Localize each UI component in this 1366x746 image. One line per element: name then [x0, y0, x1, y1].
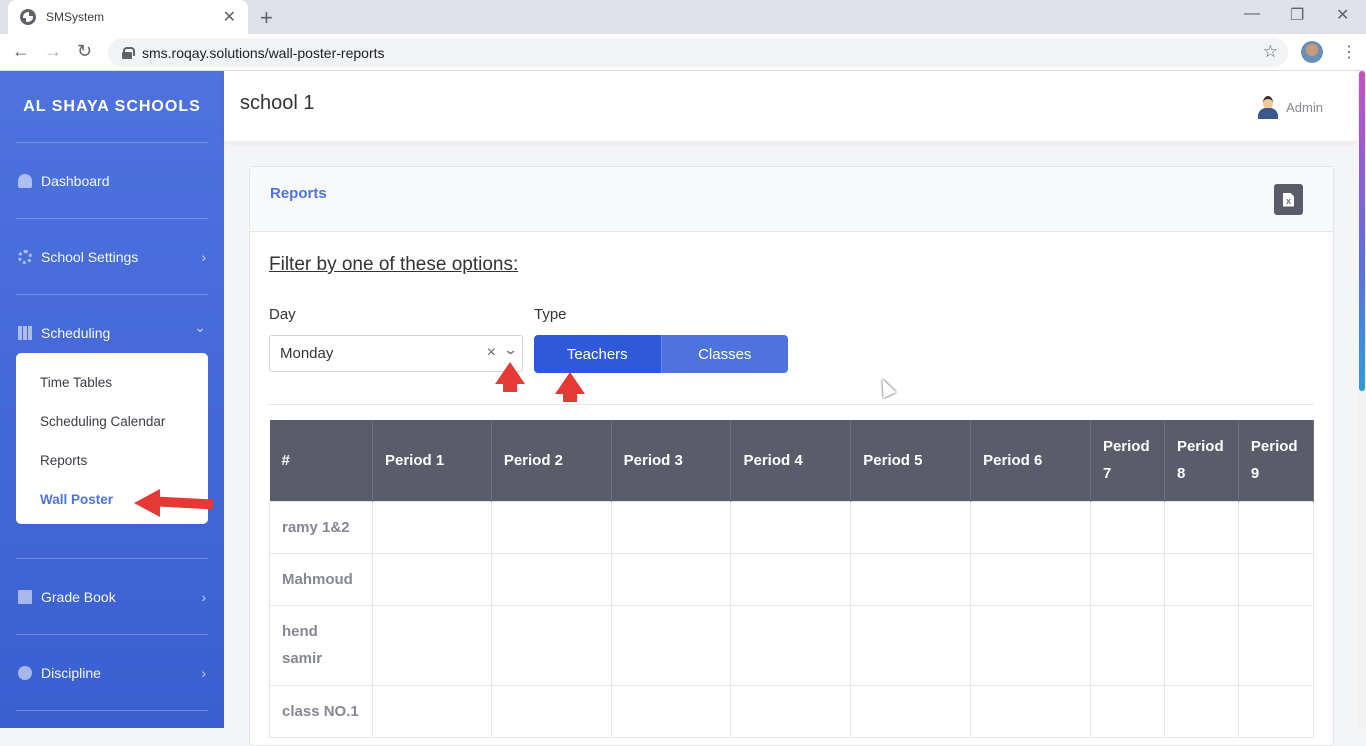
chevron-down-icon: ⌄	[194, 319, 206, 335]
export-excel-button[interactable]: X	[1274, 184, 1303, 215]
arrow-head	[134, 489, 160, 517]
table-row: Mahmoud	[269, 552, 1315, 606]
browser-tab[interactable]: SMSystem ✕	[8, 0, 248, 34]
row-name: hend samir	[269, 604, 373, 686]
sidebar-item-label: Dashboard	[41, 172, 110, 189]
type-toggle: Teachers Classes	[534, 335, 788, 373]
table-row: ramy 1&2	[269, 500, 1315, 554]
column-header: Period 1	[372, 420, 492, 501]
day-select[interactable]: Monday × ⌄	[269, 335, 523, 372]
card-title: Reports	[270, 185, 327, 202]
excel-icon: X	[1283, 192, 1294, 207]
table-row: class NO.1	[269, 684, 1315, 738]
chevron-right-icon: ›	[201, 664, 206, 681]
submenu-item-reports[interactable]: Reports	[16, 441, 208, 480]
filter-title: Filter by one of these options:	[269, 254, 519, 275]
bookmark-star-icon[interactable]: ☆	[1263, 42, 1278, 62]
column-header: Period 3	[611, 420, 732, 501]
brand-title[interactable]: AL SHAYA SCHOOLS	[0, 71, 224, 142]
browser-menu-icon[interactable]: ⋮	[1341, 42, 1357, 62]
divider	[269, 404, 1314, 405]
sidebar-item-label: School Settings	[41, 248, 139, 265]
address-bar-area: ← → ↻ sms.roqay.solutions/wall-poster-re…	[0, 34, 1366, 71]
column-header: Period 8	[1164, 420, 1239, 501]
face-icon	[18, 665, 32, 680]
dashboard-icon	[18, 173, 32, 188]
type-teachers-button[interactable]: Teachers	[534, 335, 661, 373]
sidebar-item-label: Scheduling	[41, 324, 111, 341]
sidebar-item-label: Grade Book	[41, 588, 116, 605]
chevron-down-icon[interactable]: ⌄	[503, 342, 518, 358]
user-menu[interactable]: Admin	[1256, 95, 1323, 119]
minimize-icon[interactable]: —	[1244, 5, 1260, 23]
globe-icon	[20, 9, 36, 25]
new-tab-button[interactable]: +	[260, 5, 273, 31]
topbar: school 1 Admin	[224, 71, 1358, 141]
column-header: Period 4	[730, 420, 852, 501]
column-header: #	[269, 420, 373, 501]
annotation-arrow-up	[555, 372, 585, 402]
row-name: Mahmoud	[269, 552, 373, 606]
page-scrollbar[interactable]	[1358, 71, 1366, 728]
restore-icon[interactable]: ❐	[1290, 5, 1304, 25]
user-avatar-icon	[1256, 95, 1280, 119]
chevron-right-icon: ›	[201, 588, 206, 605]
sidebar-item-discipline[interactable]: Discipline ›	[0, 635, 224, 710]
back-icon[interactable]: ←	[12, 41, 30, 62]
gear-icon	[18, 249, 32, 264]
type-classes-button[interactable]: Classes	[660, 335, 788, 373]
annotation-arrow-up	[495, 362, 525, 392]
clear-icon[interactable]: ×	[487, 344, 496, 362]
table-row: hend samir	[269, 604, 1315, 686]
chevron-right-icon: ›	[201, 248, 206, 265]
arrow-shaft	[157, 496, 214, 510]
column-header: Period 9	[1238, 420, 1315, 501]
table-header-row: # Period 1 Period 2 Period 3 Period 4 Pe…	[269, 420, 1315, 501]
reload-icon[interactable]: ↻	[77, 41, 92, 62]
sidebar-item-dashboard[interactable]: Dashboard	[0, 143, 224, 218]
annotation-arrow-left	[134, 489, 214, 517]
window-close-icon[interactable]: ✕	[1336, 5, 1349, 25]
lock-icon	[122, 46, 135, 59]
url-text: sms.roqay.solutions/wall-poster-reports	[142, 44, 385, 61]
wall-poster-table: # Period 1 Period 2 Period 3 Period 4 Pe…	[269, 420, 1315, 738]
user-name: Admin	[1286, 99, 1323, 115]
url-field[interactable]: sms.roqay.solutions/wall-poster-reports …	[108, 38, 1288, 67]
day-select-value: Monday	[280, 345, 334, 362]
sidebar-item-label: Discipline	[41, 664, 101, 681]
browser-tab-bar: SMSystem ✕ + — ❐ ✕	[0, 0, 1366, 34]
row-name: ramy 1&2	[269, 500, 373, 554]
profile-avatar[interactable]	[1301, 41, 1323, 63]
column-header: Period 6	[970, 420, 1091, 501]
column-header: Period 7	[1090, 420, 1165, 501]
tab-title: SMSystem	[46, 10, 105, 24]
card-header: Reports X	[250, 167, 1333, 232]
column-header: Period 5	[850, 420, 972, 501]
school-name: school 1	[240, 92, 315, 114]
submenu-item-scheduling-calendar[interactable]: Scheduling Calendar	[16, 402, 208, 441]
sidebar: AL SHAYA SCHOOLS Dashboard School Settin…	[0, 71, 224, 728]
type-label: Type	[534, 306, 567, 323]
submenu-item-time-tables[interactable]: Time Tables	[16, 363, 208, 402]
sidebar-item-grade-book[interactable]: Grade Book ›	[0, 559, 224, 634]
close-tab-icon[interactable]: ✕	[223, 7, 236, 27]
day-label: Day	[269, 306, 296, 323]
column-header: Period 2	[491, 420, 612, 501]
forward-icon[interactable]: →	[44, 41, 62, 62]
reports-card: Reports X Filter by one of these options…	[249, 166, 1334, 746]
row-name: class NO.1	[269, 684, 373, 738]
sidebar-item-school-settings[interactable]: School Settings ›	[0, 219, 224, 294]
sidebar-divider	[16, 710, 208, 711]
table-icon	[18, 325, 32, 340]
scrollbar-thumb[interactable]	[1359, 71, 1365, 391]
book-icon	[18, 589, 32, 604]
